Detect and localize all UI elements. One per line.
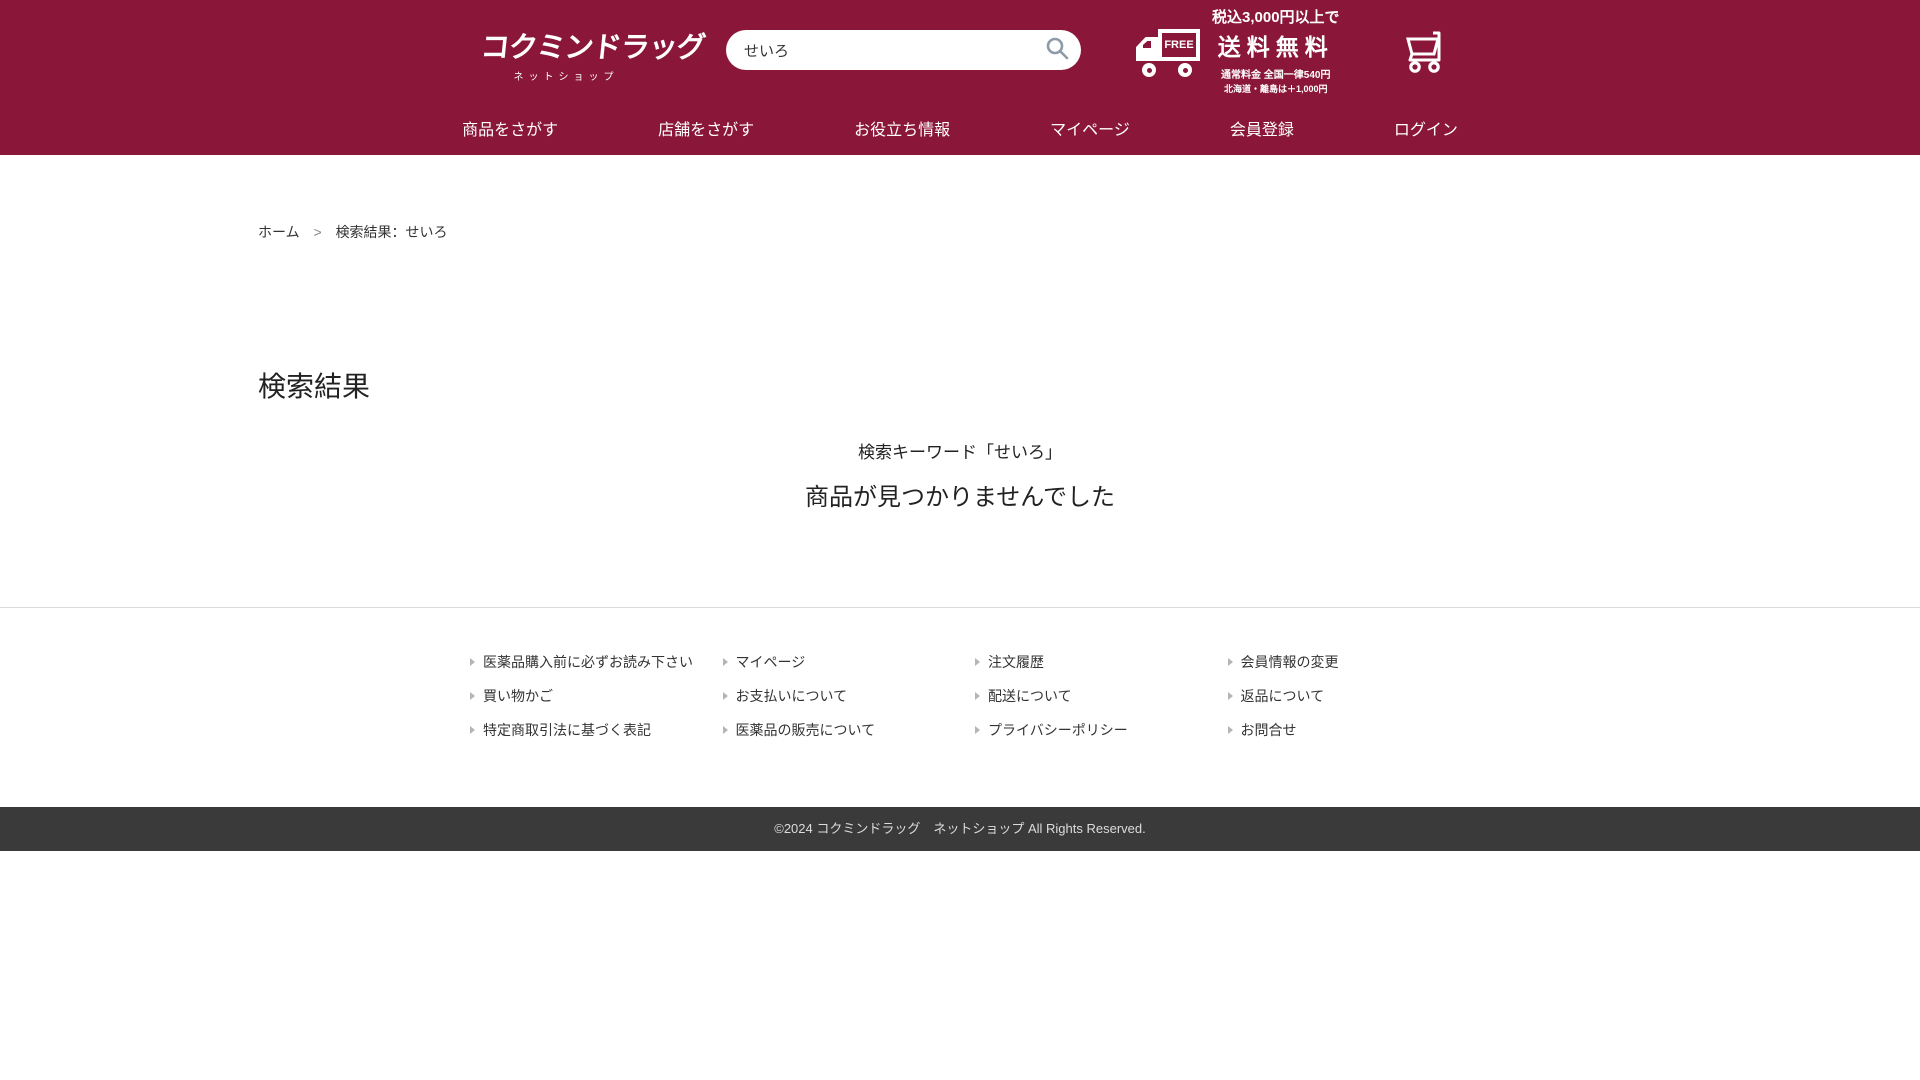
truck-wheel — [1142, 63, 1156, 77]
main-content: 検索結果 検索キーワード「せいろ」 商品が見つかりませんでした — [0, 365, 1920, 512]
breadcrumb: ホーム > 検索結果：せいろ — [258, 222, 1920, 242]
nav-item-mypage[interactable]: マイページ — [1050, 116, 1130, 140]
footer-link-privacy-policy[interactable]: プライバシーポリシー — [975, 720, 1228, 740]
footer-link-delivery[interactable]: 配送について — [975, 686, 1228, 706]
breadcrumb-separator: > — [313, 224, 321, 240]
search-input[interactable] — [726, 30, 1081, 70]
arrow-right-icon — [1228, 692, 1233, 700]
footer-links: 医薬品購入前に必ずお読み下さい 買い物かご 特定商取引法に基づく表記 マイページ — [0, 607, 1920, 807]
free-badge: FREE — [1164, 39, 1193, 51]
footer-link-label: お問合せ — [1241, 720, 1297, 740]
page: コクミンドラッグ ネットショップ FREE — [0, 0, 1920, 851]
site-logo[interactable]: コクミンドラッグ ネットショップ — [481, 18, 646, 83]
breadcrumb-current: 検索結果：せいろ — [336, 224, 448, 240]
no-results-message: 商品が見つかりませんでした — [0, 477, 1920, 512]
footer-link-drug-notice[interactable]: 医薬品購入前に必ずお読み下さい — [470, 652, 723, 672]
footer-column-3: 注文履歴 配送について プライバシーポリシー — [975, 652, 1228, 754]
cart-button[interactable] — [1398, 25, 1450, 75]
footer-column-4: 会員情報の変更 返品について お問合せ — [1228, 652, 1481, 754]
footer-link-order-history[interactable]: 注文履歴 — [975, 652, 1228, 672]
copyright-bar: ©2024 コクミンドラッグ ネットショップ All Rights Reserv… — [0, 807, 1920, 851]
nav-item-info[interactable]: お役立ち情報 — [854, 116, 950, 140]
shipping-text: 税込3,000円以上で 送料無料 通常料金 全国一律540円 北海道・離島は＋1… — [1212, 6, 1340, 95]
copyright-text: ©2024 コクミンドラッグ ネットショップ All Rights Reserv… — [774, 821, 1146, 836]
footer-link-label: 医薬品の販売について — [736, 720, 876, 740]
footer-link-label: 買い物かご — [483, 686, 553, 706]
arrow-right-icon — [723, 726, 728, 734]
search-button[interactable] — [1041, 35, 1073, 65]
site-footer: 医薬品購入前に必ずお読み下さい 買い物かご 特定商取引法に基づく表記 マイページ — [0, 607, 1920, 851]
main-nav: 商品をさがす 店舗をさがす お役立ち情報 マイページ 会員登録 ログイン — [0, 100, 1920, 155]
footer-link-payment[interactable]: お支払いについて — [723, 686, 976, 706]
footer-column-2: マイページ お支払いについて 医薬品の販売について — [723, 652, 976, 754]
arrow-right-icon — [1228, 658, 1233, 666]
truck-box: FREE — [1158, 29, 1200, 61]
arrow-right-icon — [975, 658, 980, 666]
footer-link-contact[interactable]: お問合せ — [1228, 720, 1481, 740]
footer-link-drug-sales[interactable]: 医薬品の販売について — [723, 720, 976, 740]
footer-link-mypage[interactable]: マイページ — [723, 652, 976, 672]
shipping-free-label: 送料無料 — [1212, 28, 1340, 62]
nav-item-products[interactable]: 商品をさがす — [462, 116, 558, 140]
footer-link-cart[interactable]: 買い物かご — [470, 686, 723, 706]
free-shipping-banner: FREE 税込3,000円以上で 送料無料 通常料金 全国一律540円 北海道・… — [1136, 6, 1340, 95]
shipping-remote-fee: 北海道・離島は＋1,000円 — [1212, 82, 1340, 95]
site-header: コクミンドラッグ ネットショップ FREE — [0, 0, 1920, 155]
search-keyword-line: 検索キーワード「せいろ」 — [0, 438, 1920, 463]
footer-link-label: 配送について — [988, 686, 1072, 706]
footer-link-grid: 医薬品購入前に必ずお読み下さい 買い物かご 特定商取引法に基づく表記 マイページ — [440, 652, 1480, 754]
search-icon — [1043, 35, 1071, 63]
logo-subtitle: ネットショップ — [481, 68, 646, 83]
arrow-right-icon — [975, 692, 980, 700]
breadcrumb-home-link[interactable]: ホーム — [258, 224, 300, 240]
truck-wheel — [1178, 63, 1192, 77]
logo-title: コクミンドラッグ — [479, 24, 648, 66]
footer-link-label: お支払いについて — [736, 686, 848, 706]
truck-icon: FREE — [1136, 23, 1202, 77]
truck-cab — [1136, 37, 1160, 61]
arrow-right-icon — [470, 692, 475, 700]
footer-link-label: 返品について — [1241, 686, 1325, 706]
footer-link-commercial-law[interactable]: 特定商取引法に基づく表記 — [470, 720, 723, 740]
arrow-right-icon — [470, 726, 475, 734]
footer-link-label: マイページ — [736, 652, 806, 672]
header-top: コクミンドラッグ ネットショップ FREE — [481, 0, 1439, 100]
arrow-right-icon — [1228, 726, 1233, 734]
shipping-normal-fee: 通常料金 全国一律540円 — [1212, 66, 1340, 81]
footer-link-label: プライバシーポリシー — [988, 720, 1128, 740]
search-box — [726, 30, 1081, 70]
nav-item-register[interactable]: 会員登録 — [1230, 116, 1294, 140]
footer-link-member-info[interactable]: 会員情報の変更 — [1228, 652, 1481, 672]
footer-link-returns[interactable]: 返品について — [1228, 686, 1481, 706]
footer-column-1: 医薬品購入前に必ずお読み下さい 買い物かご 特定商取引法に基づく表記 — [470, 652, 723, 754]
footer-link-label: 会員情報の変更 — [1241, 652, 1339, 672]
arrow-right-icon — [975, 726, 980, 734]
footer-link-label: 注文履歴 — [988, 652, 1044, 672]
footer-link-label: 医薬品購入前に必ずお読み下さい — [483, 652, 693, 672]
nav-item-login[interactable]: ログイン — [1394, 116, 1458, 140]
footer-link-label: 特定商取引法に基づく表記 — [483, 720, 651, 740]
arrow-right-icon — [470, 658, 475, 666]
nav-item-stores[interactable]: 店舗をさがす — [658, 116, 754, 140]
shipping-threshold: 税込3,000円以上で — [1212, 6, 1340, 27]
arrow-right-icon — [723, 692, 728, 700]
cart-icon — [1398, 25, 1450, 75]
page-title: 検索結果 — [258, 365, 1920, 405]
arrow-right-icon — [723, 658, 728, 666]
